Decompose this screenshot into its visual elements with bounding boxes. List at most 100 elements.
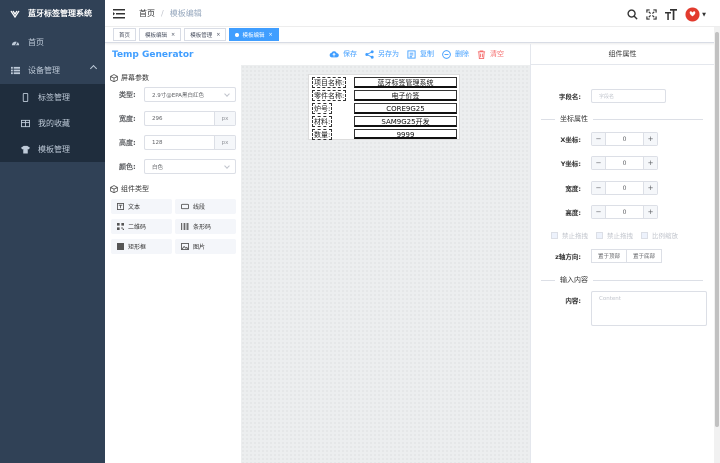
- label-row-name[interactable]: 材料:: [312, 116, 333, 127]
- label-preview[interactable]: 项目名称: 蓝牙标签管理系统 零件名称: 电子价签 炉号: CORE9G25 材…: [308, 74, 460, 140]
- navbar: 首页 / 模板编辑 ▼: [105, 0, 720, 27]
- cloud-upload-icon: [329, 51, 339, 58]
- design-canvas[interactable]: 项目名称: 蓝牙标签管理系统 零件名称: 电子价签 炉号: CORE9G25 材…: [241, 65, 530, 463]
- color-select[interactable]: 白色: [144, 159, 236, 174]
- scale-ratio-checkbox[interactable]: 比例缩放: [641, 230, 678, 240]
- send-to-back-button[interactable]: 置于底部: [627, 249, 663, 263]
- increment-button[interactable]: +: [643, 206, 657, 218]
- checkbox-box: [551, 231, 558, 239]
- delete-button[interactable]: 删除: [442, 49, 469, 59]
- decrement-button[interactable]: −: [592, 182, 606, 194]
- search-icon[interactable]: [627, 5, 638, 24]
- y-label: Y坐标:: [560, 160, 581, 168]
- font-size-icon[interactable]: [665, 5, 678, 24]
- sidebar-item-tag-management[interactable]: 标签管理: [0, 84, 105, 110]
- component-barcode-button[interactable]: 条形码: [175, 219, 236, 234]
- color-label: 颜色:: [119, 162, 136, 171]
- lock-drag-checkbox-2[interactable]: 禁止拖拽: [596, 230, 633, 240]
- label-row-value[interactable]: SAM9G25开发: [354, 116, 457, 127]
- breadcrumb-home[interactable]: 首页: [139, 8, 155, 19]
- fullscreen-icon[interactable]: [646, 5, 657, 24]
- save-as-button[interactable]: 另存为: [365, 49, 399, 59]
- tag-template-edit[interactable]: 模板编辑 ×: [139, 28, 182, 41]
- width-input[interactable]: 296 px: [144, 111, 236, 126]
- label-row[interactable]: 零件名称:: [312, 90, 347, 101]
- y-row: Y坐标: −0 +: [545, 156, 658, 170]
- y-value[interactable]: 0: [606, 160, 643, 167]
- label-row-value[interactable]: 电子价签: [354, 90, 457, 101]
- component-label: 二维码: [128, 224, 147, 231]
- sidebar-item-home[interactable]: 首页: [0, 28, 105, 56]
- component-image-button[interactable]: 图片: [175, 239, 236, 254]
- app-root: 蓝牙标签管理系统 首页 设备管理 标签管理 我的收藏 模板管理 首页 / 模板编…: [0, 0, 720, 463]
- label-row-name[interactable]: 项目名称:: [312, 77, 347, 88]
- close-icon[interactable]: ×: [216, 32, 220, 38]
- page-scrollbar[interactable]: [714, 27, 720, 463]
- width-label: 宽度:: [119, 114, 136, 123]
- label-row[interactable]: 数量:: [312, 129, 333, 140]
- tag-home[interactable]: 首页: [113, 28, 137, 41]
- avatar[interactable]: ▼: [685, 7, 706, 22]
- field-name-input[interactable]: 字段名: [591, 89, 666, 103]
- editor-title: Temp Generator: [112, 50, 194, 60]
- scrollbar-thumb[interactable]: [715, 32, 719, 427]
- sidebar-item-template-management[interactable]: 模板管理: [0, 136, 105, 162]
- content-textarea[interactable]: Content: [591, 291, 707, 326]
- component-label: 图片: [193, 244, 206, 251]
- decrement-button[interactable]: −: [592, 206, 606, 218]
- tag-template-management[interactable]: 模板管理 ×: [184, 28, 227, 41]
- height-prop-value[interactable]: 0: [606, 209, 643, 216]
- component-rect-button[interactable]: 矩形框: [111, 239, 172, 254]
- text-icon: [117, 203, 124, 210]
- sidebar-item-favorites[interactable]: 我的收藏: [0, 110, 105, 136]
- label-row[interactable]: 项目名称:: [312, 77, 347, 88]
- width-prop-value[interactable]: 0: [606, 185, 643, 192]
- lock-drag-checkbox[interactable]: 禁止拖拽: [551, 230, 588, 240]
- copy-button[interactable]: 复制: [407, 49, 434, 59]
- label-row-value[interactable]: 9999: [354, 129, 457, 139]
- sidebar-item-label: 模板管理: [38, 144, 70, 154]
- component-qrcode-button[interactable]: 二维码: [111, 219, 172, 234]
- save-button[interactable]: 保存: [329, 49, 357, 59]
- type-value: 2.9寸@EPA黑白红色: [152, 92, 204, 99]
- label-row-name[interactable]: 零件名称:: [312, 90, 347, 101]
- content-divider: 输入内容: [541, 275, 703, 285]
- close-icon[interactable]: ×: [171, 32, 175, 38]
- close-icon[interactable]: ×: [268, 32, 272, 38]
- label-row-value[interactable]: 蓝牙标签管理系统: [354, 77, 457, 88]
- increment-button[interactable]: +: [643, 133, 657, 145]
- editor-toolbar: 保存 另存为 复制 删除 清空: [329, 49, 504, 59]
- type-select[interactable]: 2.9寸@EPA黑白红色: [144, 87, 236, 102]
- app-title: 蓝牙标签管理系统: [28, 9, 92, 18]
- width-stepper[interactable]: −0 +: [591, 181, 658, 195]
- x-value[interactable]: 0: [606, 136, 643, 143]
- tag-label: 模板编辑: [145, 32, 168, 39]
- component-text-button[interactable]: 文本: [111, 199, 172, 214]
- color-row: 颜色: 白色: [119, 159, 236, 174]
- label-row-value[interactable]: CORE9G25: [354, 103, 457, 114]
- tag-template-edit-active[interactable]: 模板编辑 ×: [229, 28, 279, 41]
- increment-button[interactable]: +: [643, 182, 657, 194]
- increment-button[interactable]: +: [643, 157, 657, 169]
- dashboard-icon: [10, 37, 20, 47]
- hamburger-icon[interactable]: [113, 4, 127, 23]
- clear-button[interactable]: 清空: [477, 49, 504, 59]
- x-label: X坐标:: [560, 136, 581, 144]
- y-stepper[interactable]: −0 +: [591, 156, 658, 170]
- check-label: 比例缩放: [652, 232, 678, 240]
- label-row[interactable]: 材料:: [312, 116, 333, 127]
- label-row-name[interactable]: 炉号:: [312, 103, 333, 114]
- sidebar-item-device-management[interactable]: 设备管理: [0, 56, 105, 84]
- component-label: 矩形框: [128, 244, 147, 251]
- tag-label: 模板编辑: [242, 32, 265, 39]
- decrement-button[interactable]: −: [592, 133, 606, 145]
- height-stepper[interactable]: −0 +: [591, 205, 658, 219]
- component-line-button[interactable]: 线段: [175, 199, 236, 214]
- chevron-down-icon: ▼: [702, 11, 706, 18]
- x-stepper[interactable]: −0 +: [591, 132, 658, 146]
- decrement-button[interactable]: −: [592, 157, 606, 169]
- height-input[interactable]: 128 px: [144, 135, 236, 150]
- label-row[interactable]: 炉号:: [312, 103, 333, 114]
- label-row-name[interactable]: 数量:: [312, 129, 333, 140]
- bring-to-front-button[interactable]: 置于顶部: [591, 249, 628, 263]
